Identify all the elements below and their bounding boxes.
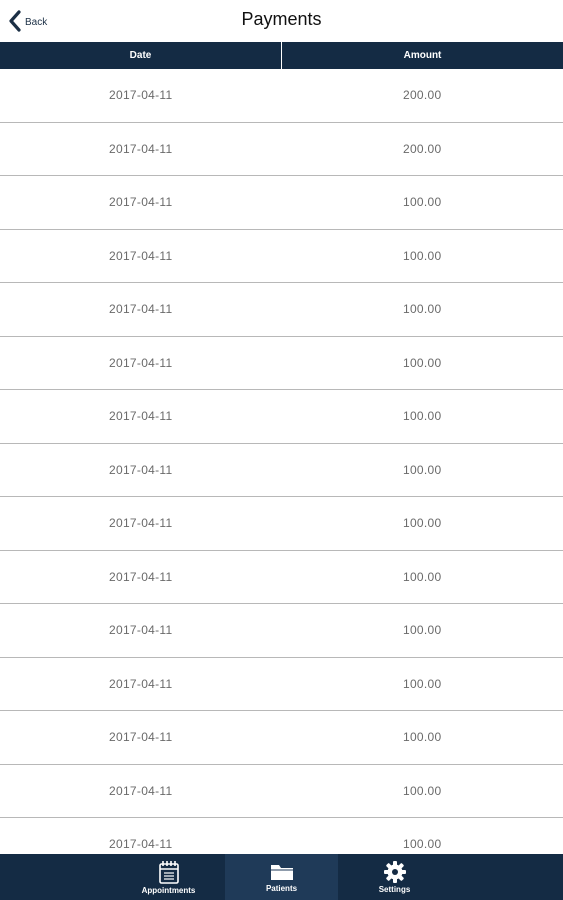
date-cell: 2017-04-11 — [109, 302, 173, 317]
payments-screen: Back Payments Date Amount 2017-04-11 200… — [0, 0, 563, 900]
amount-cell: 100.00 — [402, 462, 442, 477]
amount-cell: 100.00 — [402, 248, 442, 263]
amount-cell: 100.00 — [402, 783, 442, 798]
column-header-date: Date — [129, 50, 152, 61]
amount-cell: 200.00 — [402, 141, 442, 156]
table-row[interactable]: 2017-04-11 100.00 — [0, 176, 563, 230]
table-row[interactable]: 2017-04-11 200.00 — [0, 123, 563, 176]
nav-label-patients: Patients — [265, 883, 298, 893]
date-cell: 2017-04-11 — [109, 623, 173, 638]
date-cell: 2017-04-11 — [109, 516, 173, 531]
table-row[interactable]: 2017-04-11 200.00 — [0, 69, 563, 123]
table-header: Date Amount — [0, 42, 563, 69]
gear-icon — [383, 860, 406, 883]
payments-list[interactable]: 2017-04-11 200.00 2017-04-11 200.00 2017… — [0, 69, 563, 854]
column-header-amount: Amount — [281, 42, 563, 69]
amount-cell: 100.00 — [402, 730, 442, 745]
nav-item-patients[interactable]: Patients — [225, 854, 338, 900]
date-cell: 2017-04-11 — [109, 195, 173, 210]
nav-item-appointments[interactable]: Appointments — [112, 854, 225, 900]
date-cell: 2017-04-11 — [109, 88, 173, 103]
top-bar: Back Payments — [0, 0, 563, 42]
amount-cell: 200.00 — [402, 88, 442, 103]
amount-cell: 100.00 — [402, 195, 442, 210]
table-row[interactable]: 2017-04-11 100.00 — [0, 230, 563, 283]
date-cell: 2017-04-11 — [109, 730, 173, 745]
date-cell: 2017-04-11 — [109, 248, 173, 263]
amount-cell: 100.00 — [402, 837, 442, 852]
page-title: Payments — [241, 9, 322, 29]
table-row[interactable]: 2017-04-11 100.00 — [0, 658, 563, 711]
table-row[interactable]: 2017-04-11 100.00 — [0, 765, 563, 818]
folder-icon — [269, 862, 295, 882]
date-cell: 2017-04-11 — [109, 462, 173, 477]
calendar-icon — [158, 860, 180, 884]
table-row[interactable]: 2017-04-11 100.00 — [0, 497, 563, 551]
table-row[interactable]: 2017-04-11 100.00 — [0, 283, 563, 337]
nav-label-appointments: Appointments — [141, 885, 196, 895]
nav-item-settings[interactable]: Settings — [338, 854, 451, 900]
date-cell: 2017-04-11 — [109, 676, 173, 691]
amount-cell: 100.00 — [402, 302, 442, 317]
table-row[interactable]: 2017-04-11 100.00 — [0, 604, 563, 658]
amount-cell: 100.00 — [402, 569, 442, 584]
amount-cell: 100.00 — [402, 676, 442, 691]
nav-label-settings: Settings — [378, 884, 411, 894]
amount-cell: 100.00 — [402, 516, 442, 531]
date-cell: 2017-04-11 — [109, 141, 173, 156]
bottom-nav: Appointments Patients Settings — [0, 854, 563, 900]
date-cell: 2017-04-11 — [109, 783, 173, 798]
date-cell: 2017-04-11 — [109, 837, 173, 852]
table-row[interactable]: 2017-04-11 100.00 — [0, 711, 563, 765]
table-row[interactable]: 2017-04-11 100.00 — [0, 390, 563, 444]
date-cell: 2017-04-11 — [109, 355, 173, 370]
amount-cell: 100.00 — [402, 623, 442, 638]
amount-cell: 100.00 — [402, 409, 442, 424]
date-cell: 2017-04-11 — [109, 569, 173, 584]
table-row[interactable]: 2017-04-11 100.00 — [0, 444, 563, 497]
table-row[interactable]: 2017-04-11 100.00 — [0, 337, 563, 390]
table-row[interactable]: 2017-04-11 100.00 — [0, 818, 563, 854]
date-cell: 2017-04-11 — [109, 409, 173, 424]
table-row[interactable]: 2017-04-11 100.00 — [0, 551, 563, 604]
amount-cell: 100.00 — [402, 355, 442, 370]
